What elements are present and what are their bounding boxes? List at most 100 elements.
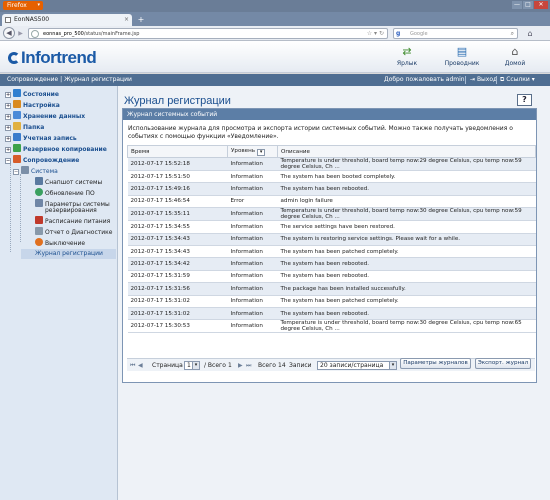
- window-controls: — □ ✕: [512, 1, 548, 9]
- expand-icon[interactable]: +: [5, 103, 11, 109]
- home-button[interactable]: ⌂ Домой: [490, 43, 540, 71]
- table-cell-desc: The system has been patched completely.: [277, 295, 536, 308]
- next-page-icon[interactable]: ▶: [238, 359, 243, 372]
- sidebar-item-status[interactable]: + Состояние: [5, 89, 59, 99]
- browser-home-icon[interactable]: ⌂: [524, 28, 536, 39]
- expand-icon[interactable]: +: [5, 92, 11, 98]
- browser-titlebar: Firefox — □ ✕: [0, 0, 550, 12]
- back-button[interactable]: ◀: [3, 27, 15, 39]
- search-engine-icon[interactable]: g: [396, 29, 400, 39]
- table-row[interactable]: 2012-07-17 15:31:02 Information The system…: [127, 307, 536, 321]
- table-row[interactable]: 2012-07-17 15:51:50 Information The system…: [127, 170, 536, 184]
- browser-tab[interactable]: EonNAS500 ×: [2, 14, 132, 26]
- expand-icon[interactable]: +: [5, 136, 11, 142]
- per-page-select[interactable]: 20 записи/страница ▾: [317, 361, 397, 370]
- column-header-description[interactable]: Описание: [277, 145, 536, 158]
- reload-icon[interactable]: ☆ ▾ ↻: [367, 29, 384, 39]
- table-row[interactable]: 2012-07-17 15:34:43 Information The system…: [127, 233, 536, 246]
- sidebar-item-system-snapshot[interactable]: Снапшот системы: [35, 177, 102, 187]
- sidebar-item-account[interactable]: + Учетная запись: [5, 133, 77, 143]
- breadcrumb: Сопровождение | Журнал регистрации: [7, 76, 132, 83]
- filter-dropdown-icon[interactable]: ▾: [257, 148, 266, 156]
- table-header-row: Время Уровень ▾ Описание: [127, 145, 536, 158]
- event-log-table: Время Уровень ▾ Описание 2012-07-17 15:52…: [127, 145, 536, 334]
- settings-icon: [13, 100, 21, 108]
- tree-connector: [10, 164, 11, 252]
- last-page-icon[interactable]: ⏭: [246, 359, 251, 372]
- forward-button[interactable]: ▶: [16, 29, 25, 38]
- column-header-level[interactable]: Уровень ▾: [227, 145, 278, 158]
- help-button[interactable]: ?: [517, 94, 532, 106]
- sidebar-item-diagnostic-report[interactable]: Отчет о Диагностике: [35, 227, 112, 237]
- page-favicon-icon: [5, 17, 11, 23]
- table-row[interactable]: 2012-07-17 15:49:16 Information The system…: [127, 182, 536, 196]
- explorer-button[interactable]: ▤ Проводник: [437, 43, 487, 71]
- table-cell-level: Information: [227, 207, 278, 222]
- table-cell-desc: The system has been rebooted.: [277, 182, 536, 196]
- table-cell-time: 2012-07-17 15:52:18: [127, 157, 228, 171]
- maximize-button[interactable]: □: [523, 1, 533, 9]
- sidebar-item-power-schedule[interactable]: Расписание питания: [35, 216, 110, 226]
- table-cell-level: Information: [227, 220, 278, 234]
- table-cell-desc: Temperature is under threshold, board te…: [277, 157, 536, 171]
- prev-page-icon[interactable]: ◀: [138, 359, 143, 372]
- minimize-button[interactable]: —: [512, 1, 522, 9]
- shortcut-icon: ⇄: [402, 45, 412, 58]
- new-tab-button[interactable]: +: [136, 15, 146, 25]
- table-row[interactable]: 2012-07-17 15:31:56 Information The packag…: [127, 282, 536, 296]
- sidebar-item-shutdown[interactable]: Выключение: [35, 238, 85, 248]
- snapshot-icon: [35, 177, 43, 185]
- infortrend-logo: Infortrend: [8, 48, 97, 68]
- url-text[interactable]: eonnas_pro_500/status/mainFrame.jsp: [43, 29, 139, 39]
- sidebar-item-folder[interactable]: + Папка: [5, 122, 44, 132]
- tab-close-icon[interactable]: ×: [124, 14, 129, 26]
- links-menu[interactable]: ⧉ Ссылки ▾: [500, 74, 535, 86]
- sidebar-item-settings[interactable]: + Настройка: [5, 100, 60, 110]
- table-cell-time: 2012-07-17 15:34:55: [127, 220, 228, 234]
- sidebar-item-system[interactable]: − Система: [13, 166, 58, 176]
- sidebar-item-storage[interactable]: + Хранение данных: [5, 111, 85, 121]
- sidebar-item-firmware-update[interactable]: Обновление ПО: [35, 188, 95, 198]
- close-window-button[interactable]: ✕: [534, 1, 548, 9]
- breadcrumb-bar: Сопровождение | Журнал регистрации Добро…: [0, 74, 550, 86]
- total-label: Всего: [258, 362, 276, 369]
- collapse-icon[interactable]: −: [5, 158, 11, 164]
- config-backup-icon: [35, 199, 43, 207]
- firefox-menu-button[interactable]: Firefox: [3, 1, 43, 10]
- table-row[interactable]: 2012-07-17 15:34:43 Information The system…: [127, 245, 536, 259]
- app-header: Infortrend ⇄ Ярлык ▤ Проводник ⌂ Домой: [0, 41, 550, 73]
- table-row[interactable]: 2012-07-17 15:31:59 Information The system…: [127, 270, 536, 284]
- search-icon[interactable]: ⌕: [511, 29, 514, 39]
- table-row[interactable]: 2012-07-17 15:52:18 Information Temperatur…: [127, 157, 536, 171]
- expand-icon[interactable]: +: [5, 114, 11, 120]
- shortcut-button[interactable]: ⇄ Ярлык: [382, 43, 432, 71]
- table-row[interactable]: 2012-07-17 15:34:55 Information The servic…: [127, 220, 536, 234]
- table-cell-time: 2012-07-17 15:31:56: [127, 282, 228, 296]
- divider: [465, 76, 466, 84]
- table-row[interactable]: 2012-07-17 15:46:54 Error admin login fail…: [127, 195, 536, 209]
- expand-icon[interactable]: +: [5, 125, 11, 131]
- column-header-time[interactable]: Время: [127, 145, 228, 158]
- table-row[interactable]: 2012-07-17 15:35:11 Information Temperatur…: [127, 207, 536, 222]
- table-cell-time: 2012-07-17 15:34:42: [127, 257, 228, 271]
- export-log-button[interactable]: Экспорт. журнал: [475, 358, 531, 369]
- sidebar-item-maintenance[interactable]: − Сопровождение: [5, 155, 79, 165]
- url-bar[interactable]: eonnas_pro_500/status/mainFrame.jsp ☆ ▾ …: [28, 28, 388, 39]
- first-page-icon[interactable]: ⏮: [130, 359, 135, 372]
- table-cell-desc: The package has been installed successfu…: [277, 282, 536, 296]
- table-row[interactable]: 2012-07-17 15:30:53 Information Temperatur…: [127, 319, 536, 334]
- sidebar-item-event-log[interactable]: Журнал регистрации: [21, 249, 116, 259]
- sidebar-item-config-backup-line2[interactable]: резервирования: [45, 206, 97, 216]
- log-params-button[interactable]: Параметры журналов: [400, 358, 471, 369]
- expand-icon[interactable]: +: [5, 147, 11, 153]
- search-bar[interactable]: g Google ⌕: [393, 28, 518, 39]
- sidebar-item-backup[interactable]: + Резервное копирование: [5, 144, 107, 154]
- sidebar: + Состояние + Настройка + Хранение данных +…: [0, 86, 118, 500]
- table-row[interactable]: 2012-07-17 15:31:02 Information The system…: [127, 295, 536, 308]
- logout-link[interactable]: ⇥ Выход: [470, 74, 497, 86]
- panel-title: Журнал системных событий: [123, 109, 536, 120]
- page-number-select[interactable]: 1 ▾: [184, 361, 200, 370]
- table-row[interactable]: 2012-07-17 15:34:42 Information The system…: [127, 257, 536, 271]
- collapse-icon[interactable]: −: [13, 169, 19, 175]
- update-icon: [35, 188, 43, 196]
